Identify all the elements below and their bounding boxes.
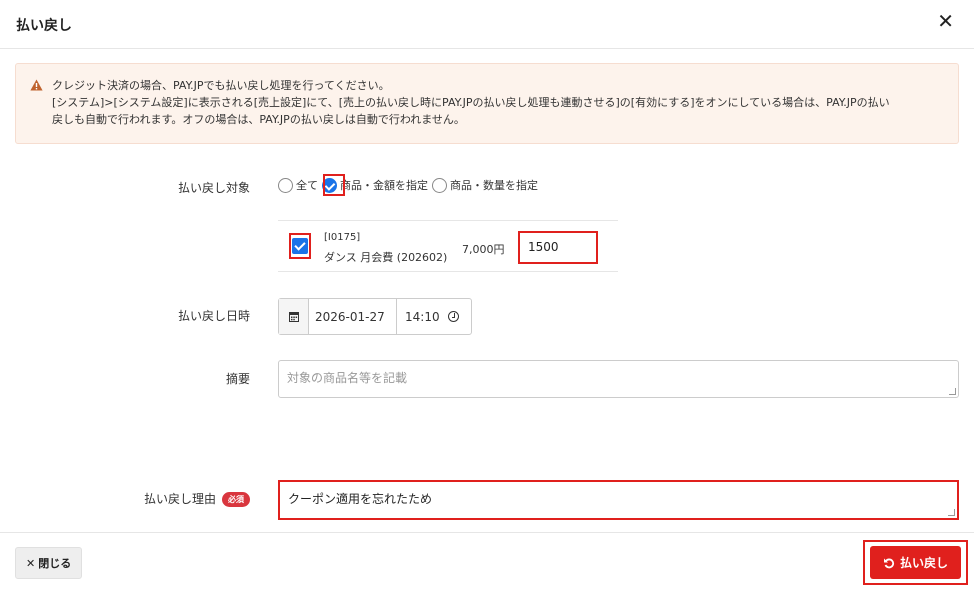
radio-item-amount-label: 商品・金額を指定	[340, 179, 428, 192]
alert-text: クレジット決済の場合、PAY.JPでも払い戻し処理を行ってください。 [システム…	[52, 77, 944, 128]
resize-grip-icon[interactable]	[948, 509, 955, 516]
radio-all-circle[interactable]	[278, 177, 293, 193]
refund-reason-label: 払い戻し理由 必須	[110, 490, 250, 507]
alert-line: クレジット決済の場合、PAY.JPでも払い戻し処理を行ってください。	[52, 79, 390, 92]
alert-line: [システム]>[システム設定]に表示される[売上設定]にて、[売上の払い戻し時に…	[52, 96, 890, 109]
radio-item-amount[interactable]: 商品・金額を指定	[322, 177, 428, 193]
modal-header: 払い戻し ✕	[0, 0, 974, 49]
refund-reason-value: クーポン適用を忘れたため	[288, 492, 433, 506]
modal-title: 払い戻し	[16, 18, 72, 34]
required-badge: 必須	[222, 492, 250, 507]
resize-grip-icon[interactable]	[949, 388, 956, 395]
refund-datetime-label: 払い戻し日時	[177, 309, 250, 323]
radio-all-label: 全て	[296, 179, 318, 192]
refund-reason-label-text: 払い戻し理由	[143, 492, 216, 506]
refund-amount-input[interactable]: 1500	[518, 231, 598, 264]
item-price: 7,000円	[462, 243, 505, 256]
radio-item-quantity-circle[interactable]	[432, 177, 447, 193]
radio-all[interactable]: 全て	[278, 177, 318, 193]
close-icon: ✕	[26, 556, 36, 570]
warning-alert: クレジット決済の場合、PAY.JPでも払い戻し処理を行ってください。 [システム…	[15, 63, 959, 144]
refund-button-label: 払い戻し	[899, 556, 948, 570]
refund-target-radio-group: 全て 商品・金額を指定 商品・数量を指定	[278, 177, 542, 193]
refund-datetime-input[interactable]: 2026-01-27 14:10	[278, 298, 472, 335]
close-button[interactable]: ✕ 閉じる	[15, 547, 83, 579]
alert-line: 戻しも自動で行われます。オフの場合は、PAY.JPの払い戻しは自動で行われません…	[52, 113, 465, 126]
refund-target-label: 払い戻し対象	[177, 181, 250, 195]
radio-item-amount-circle[interactable]	[322, 177, 337, 193]
radio-item-quantity[interactable]: 商品・数量を指定	[432, 177, 538, 193]
refund-item-row: [I0175] ダンス 月会費 (202602) 7,000円 1500	[278, 220, 618, 272]
refund-reason-textarea[interactable]: クーポン適用を忘れたため	[278, 480, 959, 520]
radio-item-quantity-label: 商品・数量を指定	[450, 179, 538, 192]
date-field[interactable]: 2026-01-27	[309, 299, 397, 334]
item-code: [I0175]	[324, 232, 361, 243]
summary-placeholder: 対象の商品名等を記載	[287, 371, 408, 385]
undo-icon	[883, 557, 895, 569]
footer-divider	[0, 532, 974, 533]
refund-button[interactable]: 払い戻し	[870, 546, 961, 579]
warning-icon	[30, 77, 52, 128]
summary-label: 摘要	[225, 372, 250, 386]
calendar-icon[interactable]	[279, 299, 309, 334]
time-value: 14:10	[405, 309, 440, 324]
item-name: ダンス 月会費 (202602)	[324, 251, 448, 264]
item-checkbox[interactable]	[292, 238, 308, 254]
summary-textarea[interactable]: 対象の商品名等を記載	[278, 360, 959, 398]
clock-icon[interactable]	[447, 311, 459, 322]
close-button-label: 閉じる	[38, 557, 72, 570]
time-field[interactable]: 14:10	[397, 310, 459, 324]
close-icon[interactable]: ✕	[937, 11, 954, 31]
